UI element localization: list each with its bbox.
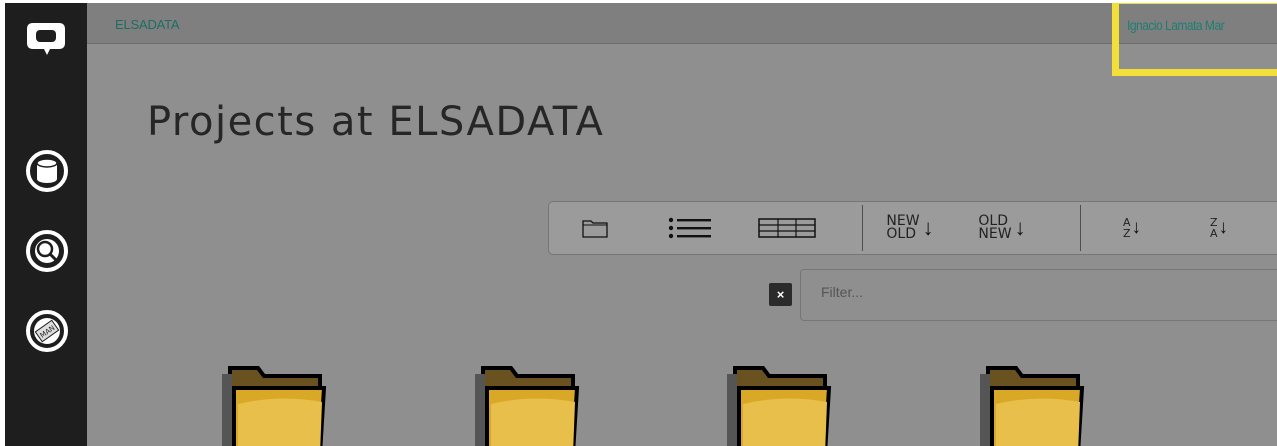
project-folder-icon[interactable]	[220, 354, 330, 446]
sort-a-z-button[interactable]: A Z ↓	[1114, 202, 1150, 254]
user-name[interactable]: Ignacio Lamata Mar	[1127, 17, 1225, 33]
sort-old-new-button[interactable]: OLD NEW ↓	[969, 202, 1035, 254]
view-sort-toolbar: NEW OLD ↓ OLD NEW ↓ A Z ↓ Z A ↓	[548, 201, 1277, 255]
table-icon	[758, 218, 816, 238]
folder-view-button[interactable]	[579, 202, 611, 254]
manual-icon[interactable]: MAN	[25, 309, 69, 353]
toolbar-divider	[862, 205, 863, 251]
filter-input[interactable]: Filter...	[800, 269, 1277, 321]
project-folder-icon[interactable]	[725, 354, 835, 446]
main-content: ELSADATA Ignacio Lamata Mar Projects at …	[87, 3, 1277, 446]
arrow-down-icon: ↓	[1131, 217, 1142, 238]
arrow-down-icon: ↓	[1014, 215, 1026, 240]
list-view-button[interactable]	[667, 202, 715, 254]
sort-z-a-button[interactable]: Z A ↓	[1201, 202, 1237, 254]
clear-filter-button[interactable]: ×	[769, 283, 792, 306]
arrow-down-icon: ↓	[922, 215, 934, 240]
page-title: Projects at ELSADATA	[147, 99, 605, 145]
database-icon[interactable]	[25, 149, 69, 193]
toolbar-divider	[1080, 205, 1081, 251]
sidebar: MAN	[5, 3, 87, 446]
search-icon[interactable]	[25, 229, 69, 273]
top-bar: ELSADATA	[87, 3, 1277, 44]
table-view-button[interactable]	[757, 202, 817, 254]
project-folder-icon[interactable]	[473, 354, 583, 446]
app-window: MAN ELSADATA Ignacio Lamata Mar Projects…	[0, 0, 1277, 446]
project-folder-icon[interactable]	[978, 354, 1088, 446]
user-menu-highlight: Ignacio Lamata Mar	[1112, 3, 1277, 76]
arrow-down-icon: ↓	[1218, 217, 1229, 238]
sort-new-old-button[interactable]: NEW OLD ↓	[877, 202, 943, 254]
breadcrumb[interactable]: ELSADATA	[115, 17, 180, 32]
list-icon	[668, 217, 711, 239]
folder-outline-icon	[582, 220, 608, 238]
logo-icon[interactable]	[23, 15, 69, 61]
